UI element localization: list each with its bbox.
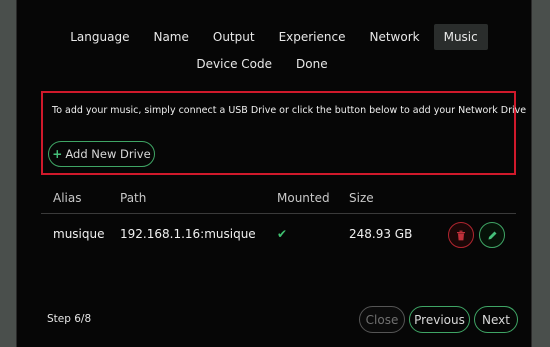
drive-size: 248.93 GB xyxy=(349,227,413,241)
tab-network[interactable]: Network xyxy=(359,24,429,50)
plus-icon: + xyxy=(52,147,63,161)
previous-button[interactable]: Previous xyxy=(409,306,470,333)
column-header-path: Path xyxy=(120,191,147,205)
add-new-drive-label: Add New Drive xyxy=(65,147,151,161)
next-button[interactable]: Next xyxy=(474,306,518,333)
table-row: musique 192.168.1.16:musique ✔ 248.93 GB xyxy=(41,214,516,256)
column-header-size: Size xyxy=(349,191,374,205)
drive-path: 192.168.1.16:musique xyxy=(120,227,256,241)
edit-drive-button[interactable] xyxy=(479,222,505,248)
column-header-mounted: Mounted xyxy=(277,191,330,205)
check-icon: ✔ xyxy=(277,227,288,241)
tab-music[interactable]: Music xyxy=(433,24,488,50)
drive-alias: musique xyxy=(53,227,105,241)
tab-done[interactable]: Done xyxy=(286,51,338,77)
wizard-tabs-row-2: Device Code Done xyxy=(5,51,519,77)
info-text: To add your music, simply connect a USB … xyxy=(52,105,527,116)
drives-table: Alias Path Mounted Size musique 192.168.… xyxy=(41,185,516,256)
add-new-drive-button[interactable]: + Add New Drive xyxy=(48,141,155,167)
table-header: Alias Path Mounted Size xyxy=(41,185,516,214)
pencil-icon xyxy=(488,231,496,239)
tab-language[interactable]: Language xyxy=(60,24,139,50)
step-indicator: Step 6/8 xyxy=(47,313,92,325)
tab-name[interactable]: Name xyxy=(143,24,198,50)
tab-device-code[interactable]: Device Code xyxy=(186,51,282,77)
tab-experience[interactable]: Experience xyxy=(269,24,356,50)
column-header-alias: Alias xyxy=(53,191,82,205)
setup-wizard-modal: Language Name Output Experience Network … xyxy=(16,0,532,347)
trash-icon xyxy=(457,230,465,240)
delete-drive-button[interactable] xyxy=(448,222,474,248)
close-button[interactable]: Close xyxy=(359,306,405,333)
wizard-tabs-row-1: Language Name Output Experience Network … xyxy=(17,24,531,50)
tab-output[interactable]: Output xyxy=(203,24,265,50)
